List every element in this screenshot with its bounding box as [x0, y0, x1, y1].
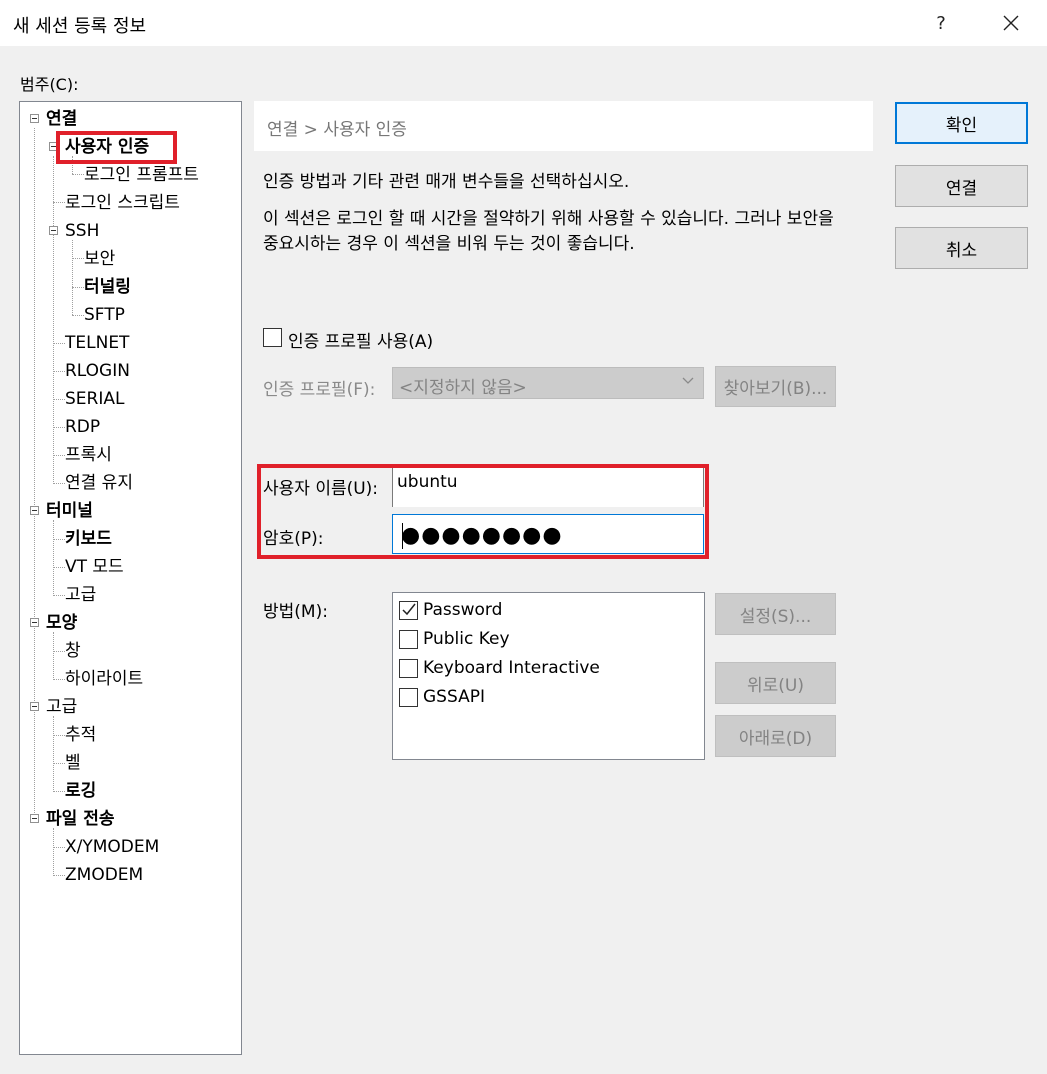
- tree-item-zmodem[interactable]: ZMODEM: [65, 865, 143, 885]
- tree-connector: [53, 371, 65, 372]
- category-label: 범주(C):: [20, 75, 79, 94]
- method-label-keyboard-interactive: Keyboard Interactive: [423, 658, 600, 678]
- highlight-box-user-auth: [56, 131, 177, 164]
- method-label-password: Password: [423, 600, 503, 620]
- tree-item-advanced[interactable]: 고급: [46, 697, 77, 717]
- cancel-button[interactable]: 취소: [895, 227, 1028, 269]
- profile-select-value: <지정하지 않음>: [399, 378, 527, 398]
- help-button[interactable]: ?: [918, 0, 964, 46]
- settings-button[interactable]: 설정(S)...: [715, 593, 836, 635]
- method-gssapi-checkbox[interactable]: [399, 688, 418, 707]
- tree-connector: [53, 483, 65, 484]
- tree-connector: [53, 539, 65, 540]
- tree-connector: [72, 315, 84, 316]
- collapse-icon[interactable]: [30, 618, 39, 627]
- help-icon: ?: [936, 12, 946, 34]
- tree-connector: [53, 791, 65, 792]
- method-password-checkbox[interactable]: [399, 601, 418, 620]
- use-profile-label[interactable]: 인증 프로필 사용(A): [288, 327, 433, 352]
- description-note: 이 섹션은 로그인 할 때 시간을 절약하기 위해 사용할 수 있습니다. 그러…: [263, 209, 834, 254]
- tree-item-serial[interactable]: SERIAL: [65, 389, 124, 409]
- close-icon: [1003, 15, 1019, 31]
- tree-connector: [72, 258, 84, 259]
- tree-item-login-prompt[interactable]: 로그인 프롬프트: [84, 165, 199, 185]
- tree-item-telnet[interactable]: TELNET: [65, 333, 129, 353]
- move-down-button[interactable]: 아래로(D): [715, 715, 836, 757]
- tree-item-window[interactable]: 창: [65, 641, 81, 661]
- tree-connector: [53, 847, 65, 848]
- profile-label: 인증 프로필(F):: [263, 380, 376, 400]
- tree-item-file-transfer[interactable]: 파일 전송: [46, 809, 114, 829]
- tree-connector: [53, 632, 54, 680]
- checkmark-icon: [402, 603, 416, 616]
- tree-connector: [53, 427, 65, 428]
- tree-connector: [53, 875, 65, 876]
- tree-item-rlogin[interactable]: RLOGIN: [65, 361, 130, 381]
- tree-connector: [72, 174, 84, 175]
- tree-connector: [53, 399, 65, 400]
- tree-item-tunneling[interactable]: 터널링: [84, 277, 131, 297]
- tree-connector: [72, 287, 84, 288]
- tree-item-highlight[interactable]: 하이라이트: [65, 669, 143, 689]
- method-label-publickey: Public Key: [423, 629, 510, 649]
- title-bar: 새 세션 등록 정보 ?: [0, 0, 1047, 46]
- browse-button[interactable]: 찾아보기(B)...: [715, 366, 836, 407]
- tree-item-terminal-advanced[interactable]: 고급: [65, 585, 96, 605]
- tree-item-security[interactable]: 보안: [84, 249, 115, 269]
- tree-connector: [53, 343, 65, 344]
- tree-item-keepalive[interactable]: 연결 유지: [65, 473, 133, 493]
- tree-connector: [53, 455, 65, 456]
- tree-item-logging[interactable]: 로깅: [65, 781, 96, 801]
- tree-connector: [53, 595, 65, 596]
- tree-connector: [53, 735, 65, 736]
- breadcrumb: 연결 > 사용자 인증: [254, 101, 873, 151]
- tree-item-ssh[interactable]: SSH: [65, 221, 99, 241]
- tree-item-vt-mode[interactable]: VT 모드: [65, 557, 124, 577]
- tree-item-keyboard[interactable]: 키보드: [65, 529, 112, 549]
- close-button[interactable]: [988, 0, 1034, 46]
- collapse-icon[interactable]: [30, 702, 39, 711]
- profile-select[interactable]: <지정하지 않음>: [392, 367, 704, 399]
- highlight-box-credentials: [257, 464, 709, 559]
- tree-item-login-script[interactable]: 로그인 스크립트: [65, 193, 180, 213]
- chevron-down-icon: [682, 377, 694, 384]
- description-text: 인증 방법과 기타 관련 매개 변수들을 선택하십시오.: [263, 172, 630, 192]
- tree-item-proxy[interactable]: 프록시: [65, 445, 112, 465]
- method-label: 방법(M):: [263, 602, 328, 622]
- collapse-icon[interactable]: [30, 114, 39, 123]
- tree-item-terminal[interactable]: 터미널: [46, 501, 93, 521]
- move-up-button[interactable]: 위로(U): [715, 662, 836, 704]
- method-keyboard-interactive-checkbox[interactable]: [399, 659, 418, 678]
- tree-connector: [53, 679, 65, 680]
- category-tree[interactable]: 연결 사용자 인증 로그인 프롬프트 로그인 스크립트 SSH 보안 터널링 S…: [19, 101, 242, 1055]
- tree-connector: [53, 202, 65, 203]
- tree-item-appearance[interactable]: 모양: [46, 613, 77, 633]
- tree-item-xymodem[interactable]: X/YMODEM: [65, 837, 159, 857]
- tree-connector: [53, 763, 65, 764]
- method-publickey-checkbox[interactable]: [399, 630, 418, 649]
- collapse-icon[interactable]: [30, 506, 39, 515]
- ok-button[interactable]: 확인: [895, 102, 1028, 144]
- tree-connector: [53, 828, 54, 876]
- tree-item-bell[interactable]: 벨: [65, 753, 81, 773]
- tree-item-rdp[interactable]: RDP: [65, 417, 100, 437]
- window-title: 새 세션 등록 정보: [13, 16, 147, 37]
- tree-connector: [53, 716, 54, 792]
- tree-connector: [53, 651, 65, 652]
- tree-connector: [53, 520, 54, 596]
- collapse-icon[interactable]: [30, 814, 39, 823]
- use-profile-checkbox[interactable]: [263, 328, 282, 347]
- tree-connector: [53, 156, 54, 484]
- tree-connector: [53, 567, 65, 568]
- method-list[interactable]: Password Public Key Keyboard Interactive…: [392, 592, 705, 760]
- tree-connector: [72, 240, 73, 315]
- breadcrumb-text: 연결 > 사용자 인증: [267, 120, 407, 140]
- connect-button[interactable]: 연결: [895, 165, 1028, 207]
- tree-item-trace[interactable]: 추적: [65, 725, 96, 745]
- collapse-icon[interactable]: [49, 226, 58, 235]
- tree-item-sftp[interactable]: SFTP: [84, 305, 125, 325]
- tree-item-connection[interactable]: 연결: [46, 109, 77, 129]
- method-label-gssapi: GSSAPI: [423, 687, 485, 707]
